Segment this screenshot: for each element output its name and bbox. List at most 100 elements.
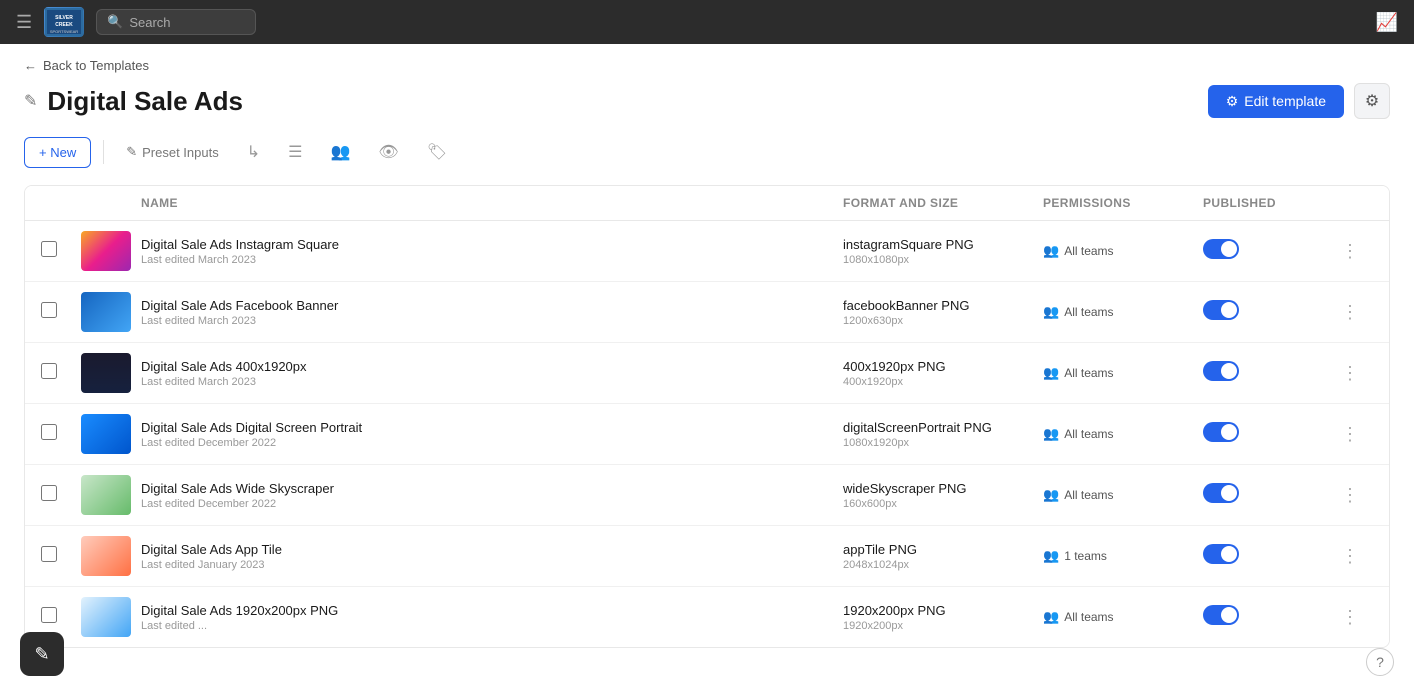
row-format-size: 1080x1920px (843, 437, 1043, 449)
preset-inputs-label: Preset Inputs (142, 145, 219, 160)
teams-icon: 👥 (1043, 426, 1059, 442)
row-published-cell[interactable] (1203, 361, 1333, 386)
more-options-button[interactable]: ⋮ (1333, 603, 1367, 632)
more-options-button[interactable]: ⋮ (1333, 359, 1367, 388)
row-thumb-cell (81, 292, 141, 332)
row-checkbox-cell[interactable] (41, 485, 81, 506)
row-checkbox[interactable] (41, 424, 57, 440)
row-published-cell[interactable] (1203, 544, 1333, 569)
row-checkbox-cell[interactable] (41, 241, 81, 262)
row-name-cell: Digital Sale Ads Instagram Square Last e… (141, 237, 843, 266)
row-permission-cell: 👥 1 teams (1043, 548, 1203, 564)
layers-icon-button[interactable]: ☰ (278, 135, 312, 169)
row-format-size: 1920x200px (843, 620, 1043, 632)
row-last-edited: Last edited January 2023 (141, 559, 843, 571)
row-permission-cell: 👥 All teams (1043, 426, 1203, 442)
row-thumbnail (81, 597, 131, 637)
row-name: Digital Sale Ads App Tile (141, 542, 843, 557)
published-toggle[interactable] (1203, 422, 1239, 442)
table-header: Name Format and size Permissions Publish… (25, 186, 1389, 221)
table-row: Digital Sale Ads Facebook Banner Last ed… (25, 282, 1389, 343)
published-toggle[interactable] (1203, 239, 1239, 259)
row-name-cell: Digital Sale Ads 400x1920px Last edited … (141, 359, 843, 388)
layers-icon: ☰ (288, 142, 302, 162)
row-permissions: All teams (1064, 610, 1113, 624)
row-format-size: 1200x630px (843, 315, 1043, 327)
row-checkbox[interactable] (41, 363, 57, 379)
users-icon: 👥 (330, 142, 350, 162)
row-more-cell[interactable]: ⋮ (1333, 481, 1373, 510)
more-options-button[interactable]: ⋮ (1333, 542, 1367, 571)
header-actions: ⚙ Edit template ⚙ (1208, 83, 1390, 119)
more-options-button[interactable]: ⋮ (1333, 481, 1367, 510)
row-name-cell: Digital Sale Ads Digital Screen Portrait… (141, 420, 843, 449)
row-more-cell[interactable]: ⋮ (1333, 237, 1373, 266)
row-format-cell: digitalScreenPortrait PNG 1080x1920px (843, 420, 1043, 449)
row-more-cell[interactable]: ⋮ (1333, 542, 1373, 571)
row-published-cell[interactable] (1203, 422, 1333, 447)
search-bar[interactable]: 🔍 Search (96, 9, 256, 35)
eye-icon-button[interactable]: 👁 (368, 135, 408, 169)
teams-icon: 👥 (1043, 243, 1059, 259)
row-thumbnail (81, 536, 131, 576)
help-icon: ? (1376, 654, 1384, 670)
row-published-cell[interactable] (1203, 605, 1333, 630)
users-icon-button[interactable]: 👥 (320, 135, 360, 169)
row-checkbox[interactable] (41, 607, 57, 623)
row-checkbox-cell[interactable] (41, 302, 81, 323)
tag-icon-button[interactable]: 🏷 (417, 135, 457, 169)
row-checkbox[interactable] (41, 485, 57, 501)
row-format-name: digitalScreenPortrait PNG (843, 420, 1043, 435)
table-container: Name Format and size Permissions Publish… (24, 185, 1390, 648)
row-checkbox-cell[interactable] (41, 546, 81, 567)
row-checkbox[interactable] (41, 546, 57, 562)
analytics-icon[interactable]: 📈 (1376, 12, 1398, 33)
pencil-icon: ✎ (126, 144, 137, 160)
logo-area[interactable]: SILVER CREEK SPORTSWEAR (44, 7, 84, 37)
row-checkbox-cell[interactable] (41, 424, 81, 445)
title-edit-icon[interactable]: ✎ (24, 91, 37, 111)
row-more-cell[interactable]: ⋮ (1333, 420, 1373, 449)
settings-icon: ⚙ (1365, 91, 1379, 111)
published-toggle[interactable] (1203, 483, 1239, 503)
row-more-cell[interactable]: ⋮ (1333, 603, 1373, 632)
row-published-cell[interactable] (1203, 300, 1333, 325)
published-toggle[interactable] (1203, 300, 1239, 320)
more-options-button[interactable]: ⋮ (1333, 420, 1367, 449)
breadcrumb[interactable]: ← Back to Templates (0, 44, 1414, 79)
row-checkbox[interactable] (41, 302, 57, 318)
settings-button[interactable]: ⚙ (1354, 83, 1390, 119)
floating-edit-button[interactable]: ✎ (20, 632, 64, 676)
row-published-cell[interactable] (1203, 483, 1333, 508)
hamburger-icon[interactable]: ☰ (16, 12, 32, 33)
row-name-cell: Digital Sale Ads Facebook Banner Last ed… (141, 298, 843, 327)
row-more-cell[interactable]: ⋮ (1333, 359, 1373, 388)
row-thumbnail (81, 292, 131, 332)
more-options-button[interactable]: ⋮ (1333, 237, 1367, 266)
row-permission-cell: 👥 All teams (1043, 304, 1203, 320)
published-toggle[interactable] (1203, 544, 1239, 564)
table-row: Digital Sale Ads Instagram Square Last e… (25, 221, 1389, 282)
row-more-cell[interactable]: ⋮ (1333, 298, 1373, 327)
row-format-name: instagramSquare PNG (843, 237, 1043, 252)
row-format-name: 400x1920px PNG (843, 359, 1043, 374)
row-checkbox-cell[interactable] (41, 607, 81, 628)
new-button[interactable]: + New (24, 137, 91, 168)
published-toggle[interactable] (1203, 361, 1239, 381)
row-published-cell[interactable] (1203, 239, 1333, 264)
row-checkbox[interactable] (41, 241, 57, 257)
published-toggle[interactable] (1203, 605, 1239, 625)
teams-icon: 👥 (1043, 487, 1059, 503)
edit-template-button[interactable]: ⚙ Edit template (1208, 85, 1344, 118)
export-icon-button[interactable]: ↳ (237, 135, 270, 169)
row-format-name: facebookBanner PNG (843, 298, 1043, 313)
eye-icon: 👁 (378, 142, 398, 162)
search-label: Search (129, 15, 170, 30)
more-options-button[interactable]: ⋮ (1333, 298, 1367, 327)
row-format-cell: instagramSquare PNG 1080x1080px (843, 237, 1043, 266)
help-button[interactable]: ? (1366, 648, 1394, 676)
header-actions-col (1333, 196, 1373, 210)
row-checkbox-cell[interactable] (41, 363, 81, 384)
preset-inputs-button[interactable]: ✎ Preset Inputs (116, 137, 229, 167)
row-last-edited: Last edited December 2022 (141, 498, 843, 510)
